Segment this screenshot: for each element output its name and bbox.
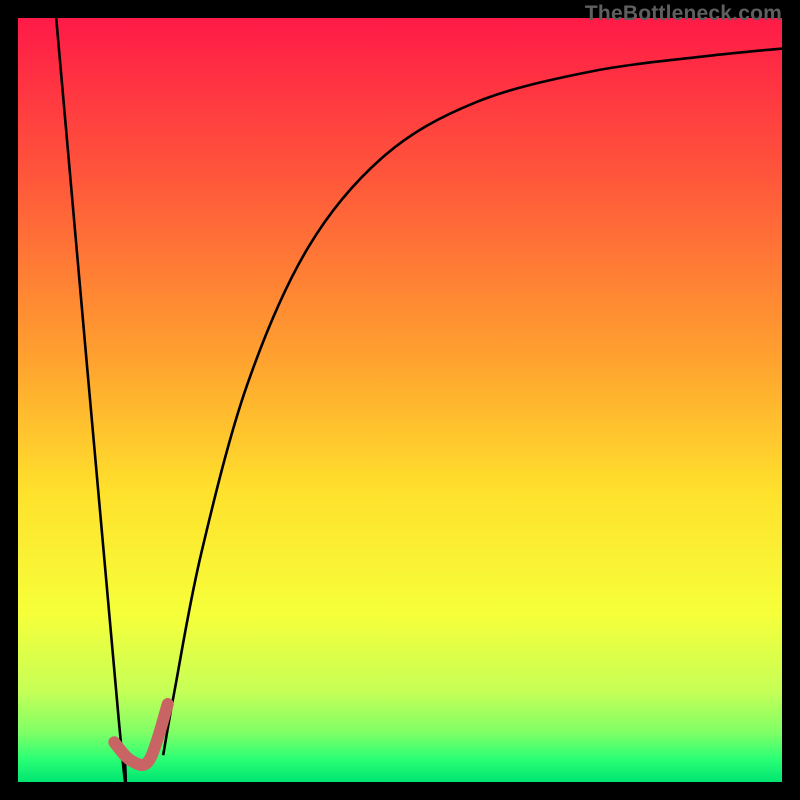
- chart-frame: TheBottleneck.com: [0, 0, 800, 800]
- gradient-background: [18, 18, 782, 782]
- plot-area: [18, 18, 782, 782]
- watermark-text: TheBottleneck.com: [585, 2, 782, 26]
- chart-svg: [18, 18, 782, 782]
